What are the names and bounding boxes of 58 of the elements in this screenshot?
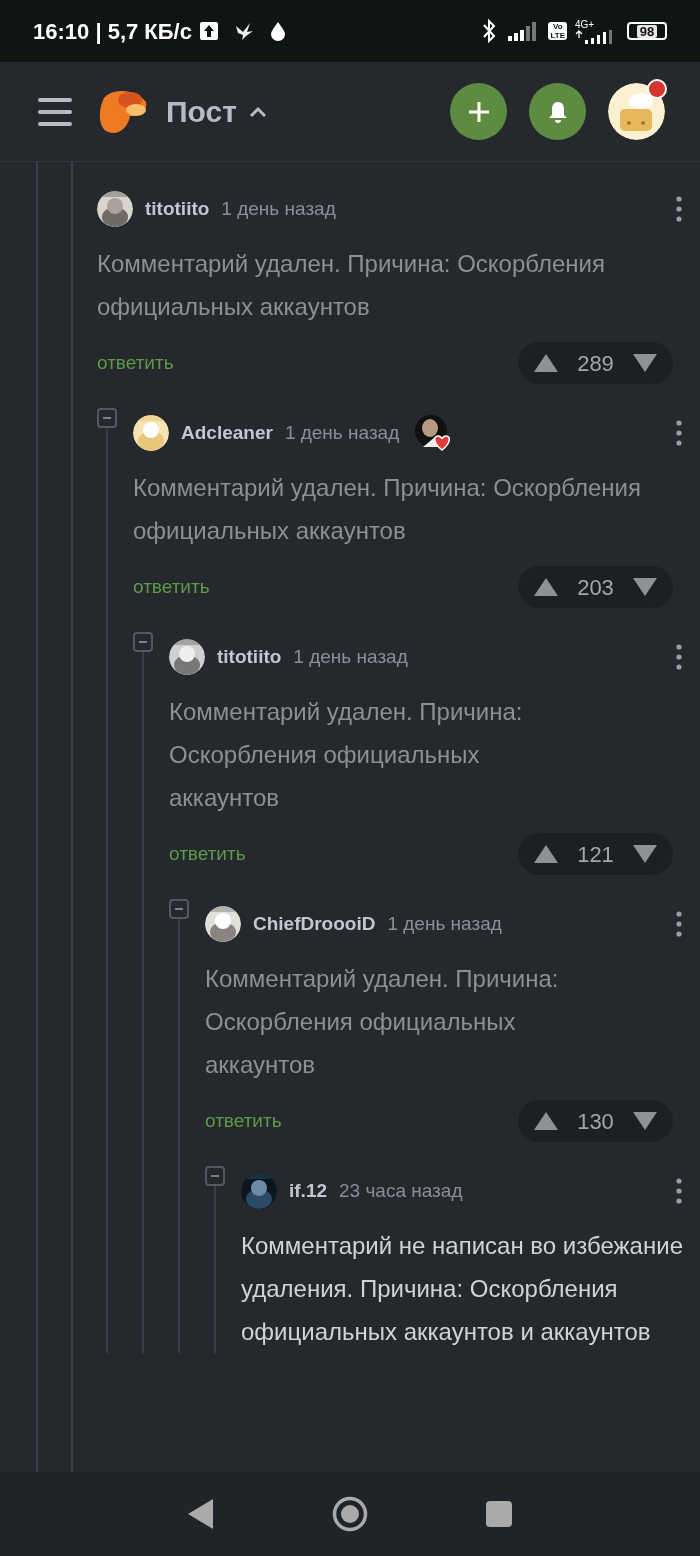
page-title[interactable]: Пост <box>166 89 237 134</box>
downvote-icon[interactable] <box>633 354 657 372</box>
notifications-button[interactable] <box>529 83 586 140</box>
more-icon[interactable] <box>676 644 682 670</box>
timestamp: 1 день назад <box>284 420 400 445</box>
upvote-icon[interactable] <box>534 354 558 372</box>
more-icon[interactable] <box>676 911 682 937</box>
chevron-up-icon[interactable] <box>248 105 267 118</box>
more-icon[interactable] <box>676 1178 682 1204</box>
comment-text: Комментарий удален. Причина: Оскорбления официальных аккаунтов <box>169 697 524 813</box>
more-icon[interactable] <box>676 196 682 222</box>
collapse-button[interactable] <box>133 632 153 652</box>
bell-icon <box>547 100 568 123</box>
comment-text: Комментарий не написан во избежание удаления. Причина: Оскорбления официальных аккаунтов и аккаунтов <box>241 1231 684 1347</box>
bird-icon <box>233 22 254 40</box>
add-button[interactable] <box>450 83 507 140</box>
comment-text: Комментарий удален. Причина: Оскорбления официальных аккаунтов <box>133 473 642 546</box>
reply-link[interactable]: ответить <box>97 348 174 378</box>
volte-badge: Vo LTE <box>548 22 567 40</box>
timestamp: 23 часа назад <box>339 1178 463 1203</box>
comment-text: Комментарий удален. Причина: Оскорбления официальных аккаунтов <box>97 249 606 322</box>
network-type: 4G+ <box>575 18 595 30</box>
collapse-button[interactable] <box>97 408 117 428</box>
upload-icon <box>199 22 218 40</box>
reply-link[interactable]: ответить <box>133 572 210 602</box>
rating: 121 <box>577 840 614 869</box>
timestamp: 1 день назад <box>221 196 336 221</box>
back-icon[interactable] <box>188 1499 214 1529</box>
username[interactable]: ChiefDroooiD <box>253 909 376 939</box>
timestamp: 1 день назад <box>387 911 502 936</box>
downvote-icon[interactable] <box>633 578 657 596</box>
username[interactable]: if.12 <box>289 1176 328 1206</box>
upvote-icon[interactable] <box>534 578 558 596</box>
reply-link[interactable]: ответить <box>169 839 246 869</box>
menu-icon[interactable] <box>38 96 72 127</box>
home-icon[interactable] <box>332 1496 368 1532</box>
plus-icon <box>467 100 490 123</box>
signal-icon <box>575 29 615 44</box>
upvote-icon[interactable] <box>534 1112 558 1130</box>
drop-icon <box>269 21 286 41</box>
downvote-icon[interactable] <box>633 1112 657 1130</box>
more-icon[interactable] <box>676 420 682 446</box>
upvote-icon[interactable] <box>534 845 558 863</box>
rating: 203 <box>577 573 614 602</box>
username[interactable]: Adcleaner <box>181 418 273 448</box>
username[interactable]: titotiito <box>217 642 282 672</box>
collapse-button[interactable] <box>169 899 189 919</box>
rating: 130 <box>577 1107 614 1136</box>
downvote-icon[interactable] <box>633 845 657 863</box>
comment-text: Комментарий удален. Причина: Оскорбления официальных аккаунтов <box>205 964 560 1080</box>
status-time: 16:10 | 5,7 КБ/с <box>33 17 192 46</box>
collapse-button[interactable] <box>205 1166 225 1186</box>
reply-link[interactable]: ответить <box>205 1106 282 1136</box>
rating: 289 <box>577 349 614 378</box>
bluetooth-icon <box>482 19 497 43</box>
battery-indicator: 98 <box>627 22 667 40</box>
timestamp: 1 день назад <box>293 644 408 669</box>
username[interactable]: titotiito <box>145 194 210 224</box>
